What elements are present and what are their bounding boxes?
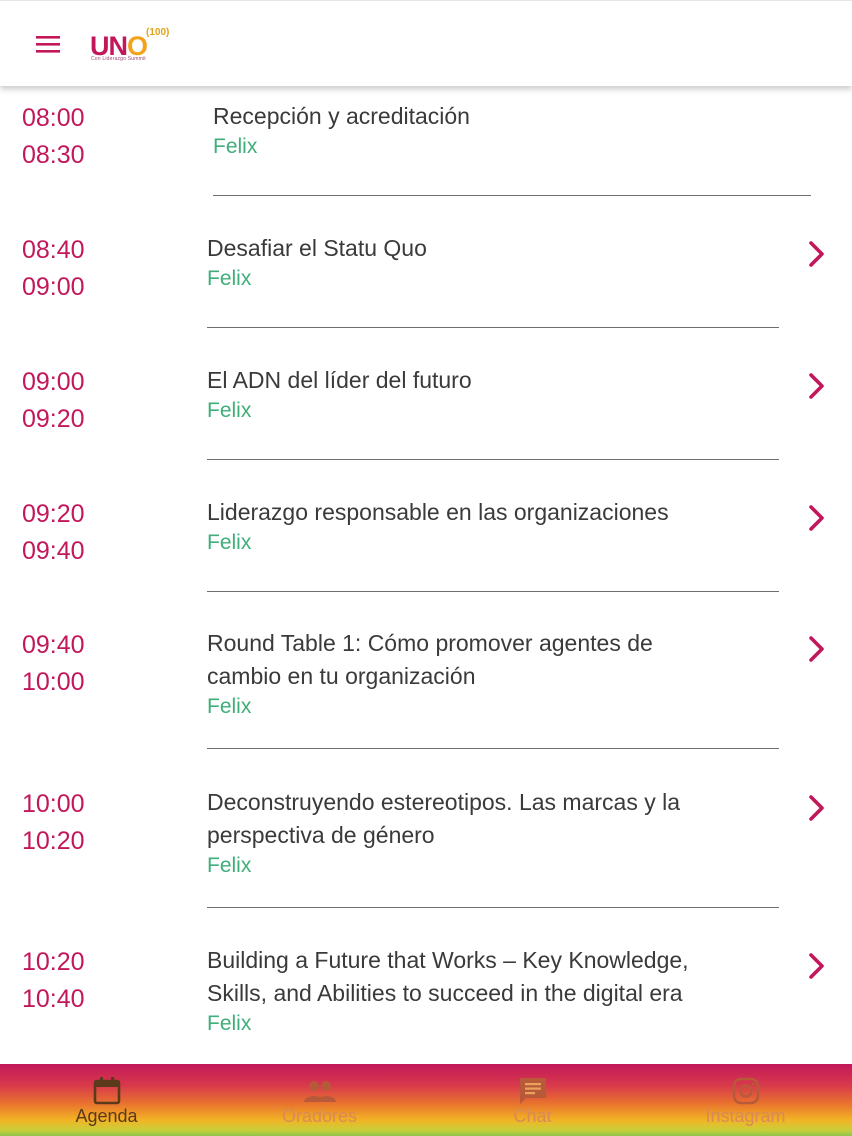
session-speaker: Felix [207, 854, 252, 877]
start-time: 08:40 [22, 236, 85, 264]
agenda-item[interactable]: 09:40 10:00 Round Table 1: Cómo promover… [0, 627, 852, 787]
divider [207, 327, 779, 328]
divider [207, 459, 779, 460]
divider [207, 591, 779, 592]
session-title: Desafiar el Statu Quo [207, 235, 427, 261]
end-time: 09:20 [22, 405, 85, 433]
session-speaker: Felix [207, 267, 252, 290]
divider [213, 195, 811, 196]
app-bar: UNO (100) Con Liderazgo Summit [0, 0, 852, 86]
nav-tab-oradores[interactable]: Oradores [213, 1064, 426, 1136]
session-title-line-2: perspectiva de género [207, 822, 435, 848]
chevron-right-icon[interactable] [806, 371, 828, 401]
chevron-right-icon[interactable] [806, 634, 828, 664]
nav-tab-chat[interactable]: Chat [426, 1064, 639, 1136]
session-speaker: Felix [207, 1012, 252, 1035]
start-time: 10:00 [22, 790, 85, 818]
chat-icon [519, 1078, 546, 1104]
agenda-item[interactable]: 08:00 08:30 Recepción y acreditación Fel… [0, 100, 852, 218]
instagram-icon [732, 1077, 759, 1105]
end-time: 08:30 [22, 141, 85, 169]
session-speaker: Felix [207, 399, 252, 422]
hamburger-icon [36, 36, 60, 53]
divider [207, 907, 779, 908]
logo-superscript: (100) [146, 27, 170, 38]
nav-label: Chat [513, 1106, 552, 1126]
start-time: 09:20 [22, 500, 85, 528]
nav-label: Instagram [705, 1106, 786, 1126]
chevron-right-icon[interactable] [806, 239, 828, 269]
end-time: 09:00 [22, 273, 85, 301]
app-logo: UNO (100) Con Liderazgo Summit [90, 27, 190, 67]
start-time: 09:00 [22, 368, 85, 396]
session-title: Recepción y acreditación [213, 103, 470, 129]
people-icon [303, 1081, 336, 1102]
session-title: Round Table 1: Cómo promover agentes de [207, 630, 653, 656]
agenda-item[interactable]: 10:20 10:40 Building a Future that Works… [0, 944, 852, 1064]
chevron-right-icon[interactable] [806, 951, 828, 981]
session-title: Liderazgo responsable en las organizacio… [207, 499, 669, 525]
menu-button[interactable] [28, 27, 68, 63]
logo-subtitle: Con Liderazgo Summit [91, 56, 146, 62]
nav-tab-instagram[interactable]: Instagram [639, 1064, 852, 1136]
calendar-icon [93, 1077, 120, 1105]
end-time: 10:40 [22, 985, 85, 1013]
session-title-line-2: Skills, and Abilities to succeed in the … [207, 980, 683, 1006]
bottom-navigation: Agenda Oradores Chat Instagram [0, 1064, 852, 1136]
start-time: 08:00 [22, 104, 85, 132]
chevron-right-icon[interactable] [806, 503, 828, 533]
chevron-right-icon[interactable] [806, 793, 828, 823]
nav-label: Oradores [281, 1106, 358, 1126]
agenda-item[interactable]: 08:40 09:00 Desafiar el Statu Quo Felix [0, 232, 852, 362]
agenda-list: 08:00 08:30 Recepción y acreditación Fel… [0, 86, 852, 1064]
start-time: 10:20 [22, 948, 85, 976]
session-title-line-2: cambio en tu organización [207, 663, 476, 689]
end-time: 10:00 [22, 668, 85, 696]
end-time: 09:40 [22, 537, 85, 565]
session-speaker: Felix [213, 135, 258, 158]
session-title: Building a Future that Works – Key Knowl… [207, 947, 689, 973]
agenda-item[interactable]: 10:00 10:20 Deconstruyendo estereotipos.… [0, 786, 852, 946]
agenda-item[interactable]: 09:20 09:40 Liderazgo responsable en las… [0, 496, 852, 626]
nav-label: Agenda [75, 1106, 138, 1126]
session-title: El ADN del líder del futuro [207, 367, 472, 393]
session-speaker: Felix [207, 531, 252, 554]
session-title: Deconstruyendo estereotipos. Las marcas … [207, 789, 681, 815]
end-time: 10:20 [22, 827, 85, 855]
session-speaker: Felix [207, 695, 252, 718]
start-time: 09:40 [22, 631, 85, 659]
nav-tab-agenda[interactable]: Agenda [0, 1064, 213, 1136]
divider [207, 748, 779, 749]
agenda-item[interactable]: 09:00 09:20 El ADN del líder del futuro … [0, 364, 852, 494]
